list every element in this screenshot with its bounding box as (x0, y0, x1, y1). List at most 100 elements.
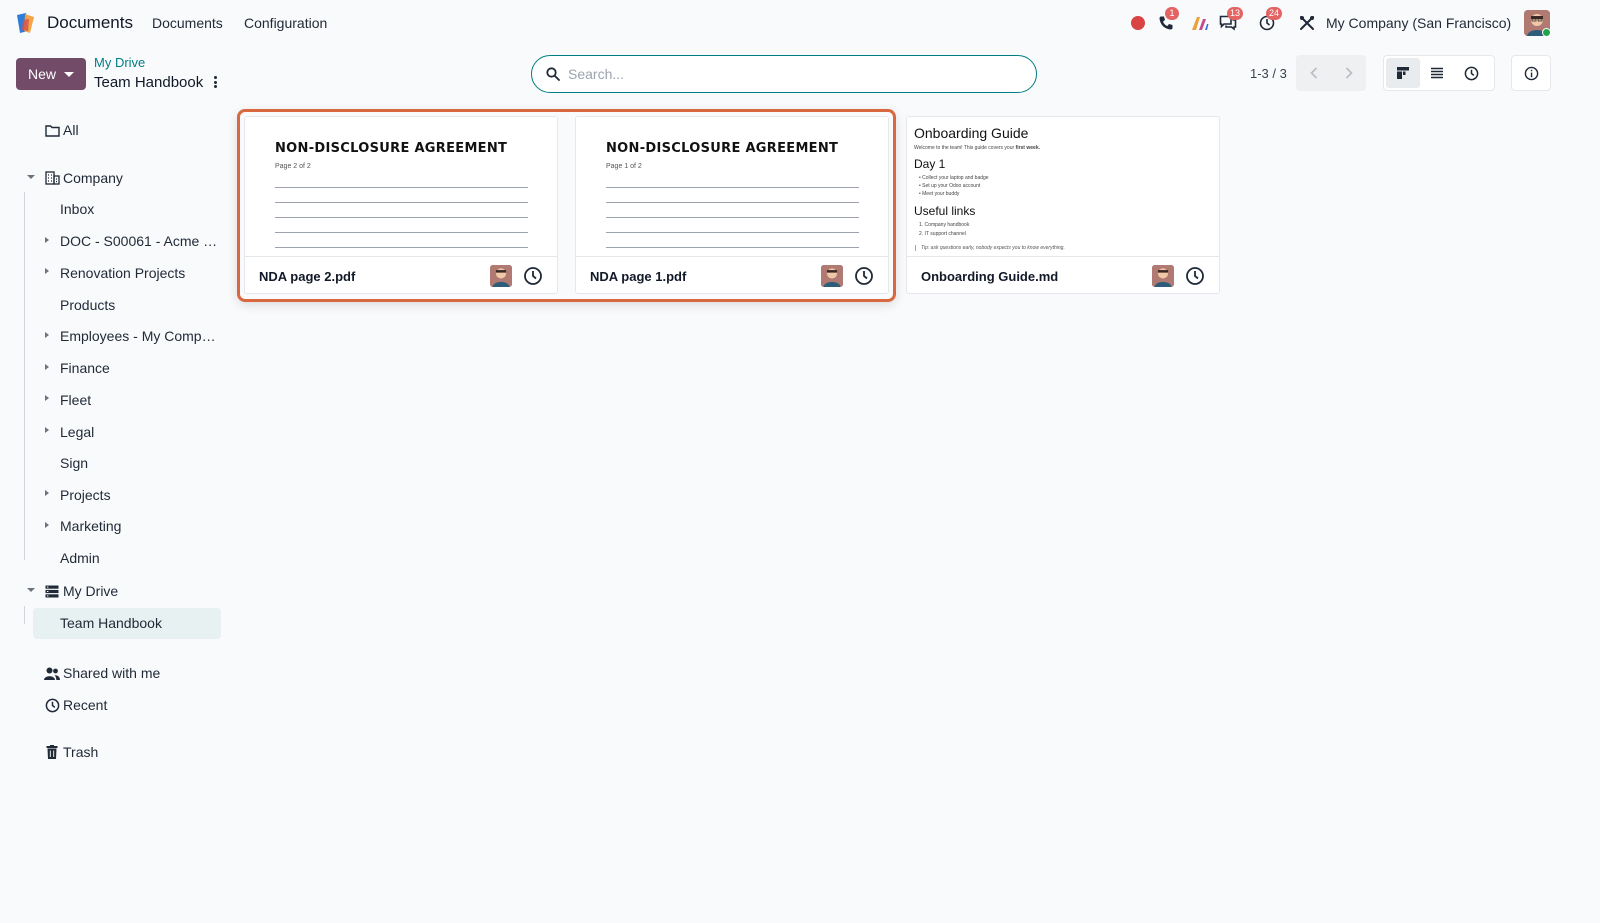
preview-line (606, 232, 859, 233)
preview-bullet: • Collect your laptop and badge (919, 175, 989, 181)
sidebar-item-inbox[interactable]: Inbox (60, 201, 94, 217)
list-view-button[interactable] (1420, 58, 1454, 88)
kanban-view-button[interactable] (1386, 58, 1420, 88)
messages-icon[interactable]: 13 (1218, 7, 1244, 33)
owner-avatar[interactable] (490, 265, 512, 287)
expand-caret-icon[interactable] (45, 332, 49, 338)
clock-icon (1464, 66, 1478, 80)
users-icon (44, 665, 60, 681)
document-card[interactable]: NON-DISCLOSURE AGREEMENT Page 1 of 2 NDA… (575, 116, 889, 294)
expand-caret-icon[interactable] (45, 395, 49, 401)
card-footer: Onboarding Guide.md (907, 257, 1219, 293)
expand-caret-icon[interactable] (45, 490, 49, 496)
menu-configuration[interactable]: Configuration (244, 15, 327, 31)
top-navbar: Documents Documents Configuration 1 13 2… (0, 0, 1600, 46)
view-switcher (1383, 55, 1495, 91)
activity-view-button[interactable] (1454, 58, 1488, 88)
caret-down-icon (64, 71, 74, 77)
search-bar[interactable] (531, 55, 1037, 93)
ai-icon[interactable] (1190, 13, 1210, 33)
collapse-caret-icon[interactable] (27, 175, 35, 179)
sidebar-item-trash[interactable]: Trash (44, 744, 98, 760)
document-thumbnail[interactable]: Onboarding Guide Welcome to the team! Th… (907, 117, 1219, 257)
breadcrumb-my-drive[interactable]: My Drive (94, 55, 145, 70)
preview-line (275, 232, 528, 233)
preview-bullet: • Set up your Odoo account (919, 183, 981, 189)
expand-caret-icon[interactable] (45, 237, 49, 243)
sidebar-item-legal[interactable]: Legal (60, 424, 94, 440)
preview-subtitle: Page 2 of 2 (275, 163, 311, 170)
activity-clock-icon[interactable] (1185, 266, 1205, 286)
sidebar-item-finance[interactable]: Finance (60, 360, 110, 376)
preview-line (606, 187, 859, 188)
sidebar-item-fleet[interactable]: Fleet (60, 392, 91, 408)
preview-intro-bold: first week. (1015, 145, 1040, 151)
sidebar-item-renovation-projects[interactable]: Renovation Projects (60, 265, 185, 281)
sidebar-item-marketing[interactable]: Marketing (60, 518, 121, 534)
activity-clock-icon[interactable]: 24 (1257, 7, 1283, 33)
expand-caret-icon[interactable] (45, 268, 49, 274)
owner-avatar[interactable] (1152, 265, 1174, 287)
preview-link: 2. IT support channel (919, 231, 966, 237)
preview-bullet: • Meet your buddy (919, 191, 960, 197)
tools-icon[interactable] (1297, 13, 1317, 33)
sidebar-item-team-handbook[interactable]: Team Handbook (60, 615, 162, 631)
sidebar-item-shared[interactable]: Shared with me (44, 665, 160, 681)
pager-next-button[interactable] (1331, 55, 1366, 91)
expand-caret-icon[interactable] (45, 364, 49, 370)
sidebar-item-projects[interactable]: Projects (60, 487, 111, 503)
sidebar-item-company[interactable]: Company (44, 170, 123, 186)
app-name[interactable]: Documents (47, 13, 133, 33)
sidebar-item-label: Shared with me (63, 665, 161, 681)
record-icon[interactable] (1128, 13, 1148, 33)
card-footer: NDA page 1.pdf (576, 257, 888, 293)
document-name[interactable]: NDA page 2.pdf (259, 269, 355, 284)
trash-icon (44, 744, 60, 760)
list-icon (1431, 67, 1443, 79)
document-thumbnail[interactable]: NON-DISCLOSURE AGREEMENT Page 2 of 2 (245, 117, 557, 257)
kanban-icon (1397, 67, 1409, 79)
expand-caret-icon[interactable] (45, 427, 49, 433)
document-name[interactable]: NDA page 1.pdf (590, 269, 686, 284)
phone-icon[interactable]: 1 (1156, 7, 1179, 33)
owner-avatar[interactable] (821, 265, 843, 287)
activity-clock-icon[interactable] (854, 266, 874, 286)
sidebar-item-recent[interactable]: Recent (44, 697, 107, 713)
activity-clock-icon[interactable] (523, 266, 543, 286)
document-name[interactable]: Onboarding Guide.md (921, 269, 1058, 284)
preview-intro: Welcome to the team! This guide covers y… (914, 145, 1040, 151)
sidebar-item-sign[interactable]: Sign (60, 455, 88, 471)
documents-app-icon[interactable] (14, 11, 38, 35)
sidebar-item-products[interactable]: Products (60, 297, 115, 313)
new-button[interactable]: New (16, 58, 86, 90)
card-footer: NDA page 2.pdf (245, 257, 557, 293)
sidebar-item-all[interactable]: All (44, 122, 79, 138)
preview-title: Onboarding Guide (914, 125, 1029, 141)
sidebar-item-admin[interactable]: Admin (60, 550, 100, 566)
more-actions-icon[interactable] (209, 74, 221, 90)
pager-previous-button[interactable] (1296, 55, 1331, 91)
document-card[interactable]: Onboarding Guide Welcome to the team! Th… (906, 116, 1220, 294)
preview-line (275, 202, 528, 203)
collapse-caret-icon[interactable] (27, 588, 35, 592)
preview-heading-day1: Day 1 (914, 157, 946, 171)
building-icon (44, 170, 60, 186)
activities-badge: 24 (1266, 7, 1283, 20)
chevron-right-icon (1345, 67, 1353, 79)
details-panel-button[interactable] (1511, 55, 1551, 91)
sidebar-item-employees[interactable]: Employees - My Comp… (60, 328, 222, 344)
company-switcher[interactable]: My Company (San Francisco) (1326, 15, 1511, 31)
pager-value[interactable]: 1-3 / 3 (1250, 66, 1287, 81)
sidebar-item-label: Company (63, 170, 123, 186)
preview-link: 1. Company handbook (919, 222, 970, 228)
document-card[interactable]: NON-DISCLOSURE AGREEMENT Page 2 of 2 NDA… (244, 116, 558, 294)
document-thumbnail[interactable]: NON-DISCLOSURE AGREEMENT Page 1 of 2 (576, 117, 888, 257)
search-icon (546, 67, 560, 81)
sidebar-item-my-drive[interactable]: My Drive (44, 583, 118, 599)
preview-title: NON-DISCLOSURE AGREEMENT (275, 141, 508, 156)
menu-documents[interactable]: Documents (152, 15, 223, 31)
search-input[interactable] (568, 66, 1008, 82)
sidebar-item-doc-s00061[interactable]: DOC - S00061 - Acme … (60, 233, 222, 249)
expand-caret-icon[interactable] (45, 522, 49, 528)
sidebar-item-label: Recent (63, 697, 108, 713)
